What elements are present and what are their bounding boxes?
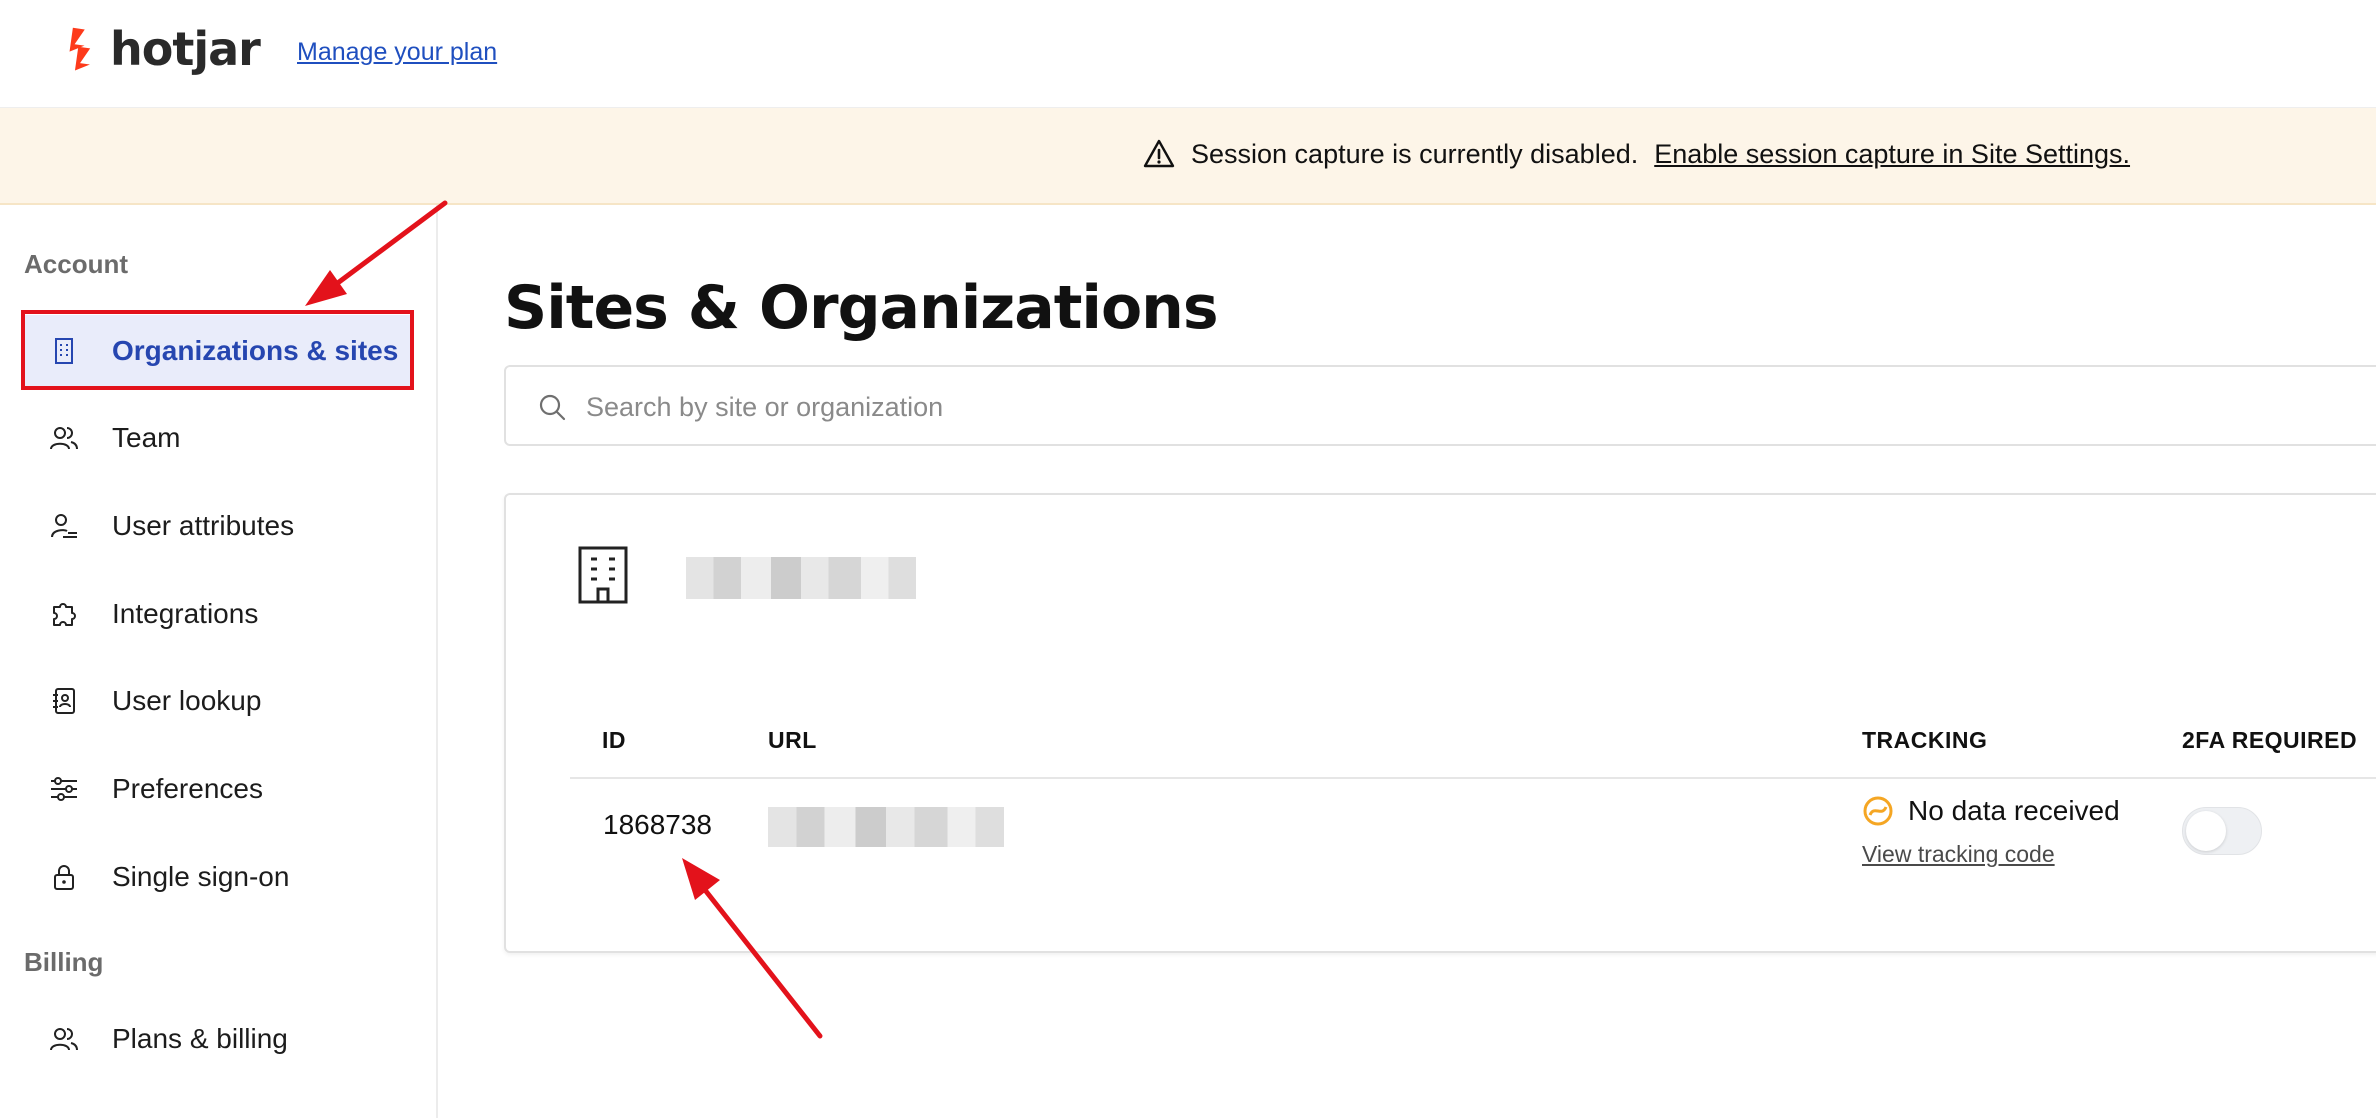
- sidebar-item-preferences[interactable]: Preferences: [22, 753, 411, 825]
- toggle-knob: [2186, 811, 2226, 851]
- site-url-redacted: [768, 807, 1004, 847]
- settings-sidebar: Account Organizations & sites Team User …: [0, 205, 438, 1118]
- user-lookup-icon: [53, 688, 75, 714]
- sidebar-item-user-lookup[interactable]: User lookup: [22, 665, 411, 737]
- logo-text: hotjar: [110, 22, 261, 76]
- enable-session-capture-link[interactable]: Enable session capture in Site Settings.: [1654, 139, 2130, 170]
- top-bar: hotjar Manage your plan: [0, 0, 2376, 108]
- tracking-status: No data received View tracking code: [1862, 795, 2120, 868]
- warning-icon: [1143, 139, 1175, 168]
- search-box[interactable]: [504, 365, 2376, 446]
- no-data-status-icon: [1863, 796, 1893, 826]
- section-label-billing: Billing: [24, 947, 104, 977]
- manage-plan-link[interactable]: Manage your plan: [297, 38, 497, 67]
- sidebar-item-label: Single sign-on: [112, 861, 290, 892]
- sidebar-item-user-attributes[interactable]: User attributes: [22, 490, 411, 562]
- banner-message: Session capture is currently disabled.: [1191, 138, 1639, 169]
- site-id: 1868738: [603, 809, 713, 840]
- view-tracking-code-link[interactable]: View tracking code: [1862, 841, 2120, 868]
- users-icon: [50, 427, 78, 450]
- user-attributes-icon: [51, 514, 77, 538]
- organization-name-redacted: [686, 557, 916, 599]
- tracking-status-text: No data received: [1908, 795, 2120, 826]
- column-header-2fa-required: 2FA REQUIRED: [2182, 727, 2358, 753]
- column-header-tracking: TRACKING: [1862, 727, 1988, 753]
- hotjar-logo-icon: [69, 27, 91, 71]
- sidebar-item-label: User lookup: [112, 685, 262, 716]
- sidebar-item-label: Organizations & sites: [112, 335, 399, 366]
- sidebar-item-label: Integrations: [112, 598, 259, 629]
- session-capture-banner: Session capture is currently disabled. E…: [0, 108, 2376, 205]
- building-icon: [55, 338, 73, 364]
- main-content: Sites & Organizations ID URL TRACKING 2F…: [440, 205, 2376, 1118]
- users-icon: [50, 1028, 78, 1051]
- sidebar-item-single-sign-on[interactable]: Single sign-on: [22, 841, 411, 913]
- sidebar-item-label: Plans & billing: [112, 1023, 288, 1054]
- search-icon: [539, 394, 566, 421]
- sidebar-item-organizations-sites[interactable]: Organizations & sites: [22, 315, 411, 387]
- 2fa-required-toggle[interactable]: [2182, 807, 2262, 855]
- column-header-id: ID: [602, 727, 626, 753]
- sidebar-item-team[interactable]: Team: [22, 402, 411, 474]
- search-input[interactable]: [586, 385, 2286, 429]
- section-label-account: Account: [24, 249, 128, 279]
- table-divider: [570, 777, 2376, 779]
- sidebar-item-label: Team: [112, 422, 181, 453]
- sidebar-item-plans-billing[interactable]: Plans & billing: [22, 1003, 411, 1075]
- lock-icon: [54, 865, 74, 890]
- organization-card: ID URL TRACKING 2FA REQUIRED 1868738 No …: [504, 493, 2376, 953]
- sidebar-item-integrations[interactable]: Integrations: [22, 578, 411, 650]
- sliders-icon: [51, 777, 77, 801]
- building-icon: [578, 546, 628, 604]
- page-title: Sites & Organizations: [504, 273, 1219, 343]
- hotjar-logo[interactable]: hotjar: [60, 22, 261, 76]
- sidebar-item-label: Preferences: [112, 773, 263, 804]
- sidebar-item-label: User attributes: [112, 510, 295, 541]
- puzzle-icon: [53, 603, 76, 626]
- column-header-url: URL: [768, 727, 817, 753]
